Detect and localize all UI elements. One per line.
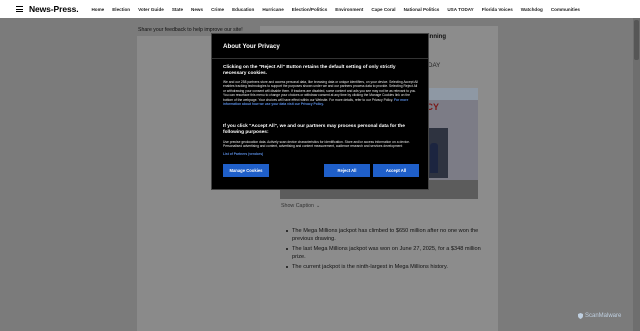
show-caption-label: Show Caption (281, 203, 314, 209)
show-caption-button[interactable]: Show Caption ⌄ (281, 203, 320, 209)
byline-fragment: DAY (428, 62, 441, 69)
nav-item-hurricane[interactable]: Hurricane (262, 7, 283, 12)
summary-bullet: The Mega Millions jackpot has climbed to… (286, 227, 486, 243)
nav-item-florida-voices[interactable]: Florida Voices (482, 7, 513, 12)
nav-item-cape-coral[interactable]: Cape Coral (371, 7, 395, 12)
watermark: ScanMalware (578, 313, 621, 319)
accept-all-button[interactable]: Accept All (373, 164, 419, 177)
nav-item-crime[interactable]: Crime (211, 7, 224, 12)
nav-item-voter-guide[interactable]: Voter Guide (138, 7, 164, 12)
main-nav: Home Election Voter Guide State News Crime Edu… (91, 7, 587, 12)
dialog-title: About Your Privacy (223, 43, 280, 50)
reject-all-button[interactable]: Reject All (324, 164, 370, 177)
scrollbar[interactable] (633, 18, 640, 331)
scrollbar-thumb[interactable] (634, 20, 639, 60)
menu-icon[interactable] (16, 6, 23, 12)
shield-icon (578, 313, 583, 319)
reject-info-heading: Clicking on the "Reject All" Button reta… (223, 65, 396, 76)
site-header: News-Press. Home Election Voter Guide State… (0, 0, 640, 18)
nav-item-state[interactable]: State (172, 7, 183, 12)
nav-item-home[interactable]: Home (91, 7, 104, 12)
nav-item-election-politics[interactable]: Election/Politics (292, 7, 327, 12)
nav-item-communities[interactable]: Communities (551, 7, 580, 12)
chevron-down-icon: ⌄ (315, 203, 321, 209)
nav-item-education[interactable]: Education (232, 7, 254, 12)
brand-logo[interactable]: News-Press. (29, 4, 79, 14)
privacy-dialog: About Your Privacy Clicking on the "Reje… (211, 33, 429, 190)
nav-item-national-politics[interactable]: National Politics (404, 7, 440, 12)
nav-item-election[interactable]: Election (112, 7, 130, 12)
accept-info-heading: If you click "Accept All", we and our pa… (223, 124, 405, 135)
watermark-text: ScanMalware (585, 313, 622, 319)
dialog-divider (212, 58, 428, 59)
privacy-body-text: We and our 258 partners store and access… (223, 80, 419, 106)
privacy-body-main: We and our 258 partners store and access… (223, 80, 418, 102)
summary-bullet: The current jackpot is the ninth-largest… (286, 263, 486, 271)
nav-item-watchdog[interactable]: Watchdog (521, 7, 543, 12)
manage-cookies-button[interactable]: Manage Cookies (223, 164, 269, 177)
nav-item-environment[interactable]: Environment (335, 7, 363, 12)
nav-item-news[interactable]: News (191, 7, 203, 12)
summary-bullet: The last Mega Millions jackpot was won o… (286, 245, 486, 261)
headline-fragment: inning (428, 34, 446, 40)
summary-list: The Mega Millions jackpot has climbed to… (286, 227, 486, 273)
partners-list-link[interactable]: List of Partners (vendors) (223, 152, 419, 156)
purposes-text: Use precise geolocation data. Actively s… (223, 140, 410, 149)
nav-item-usa-today[interactable]: USA TODAY (447, 7, 473, 12)
